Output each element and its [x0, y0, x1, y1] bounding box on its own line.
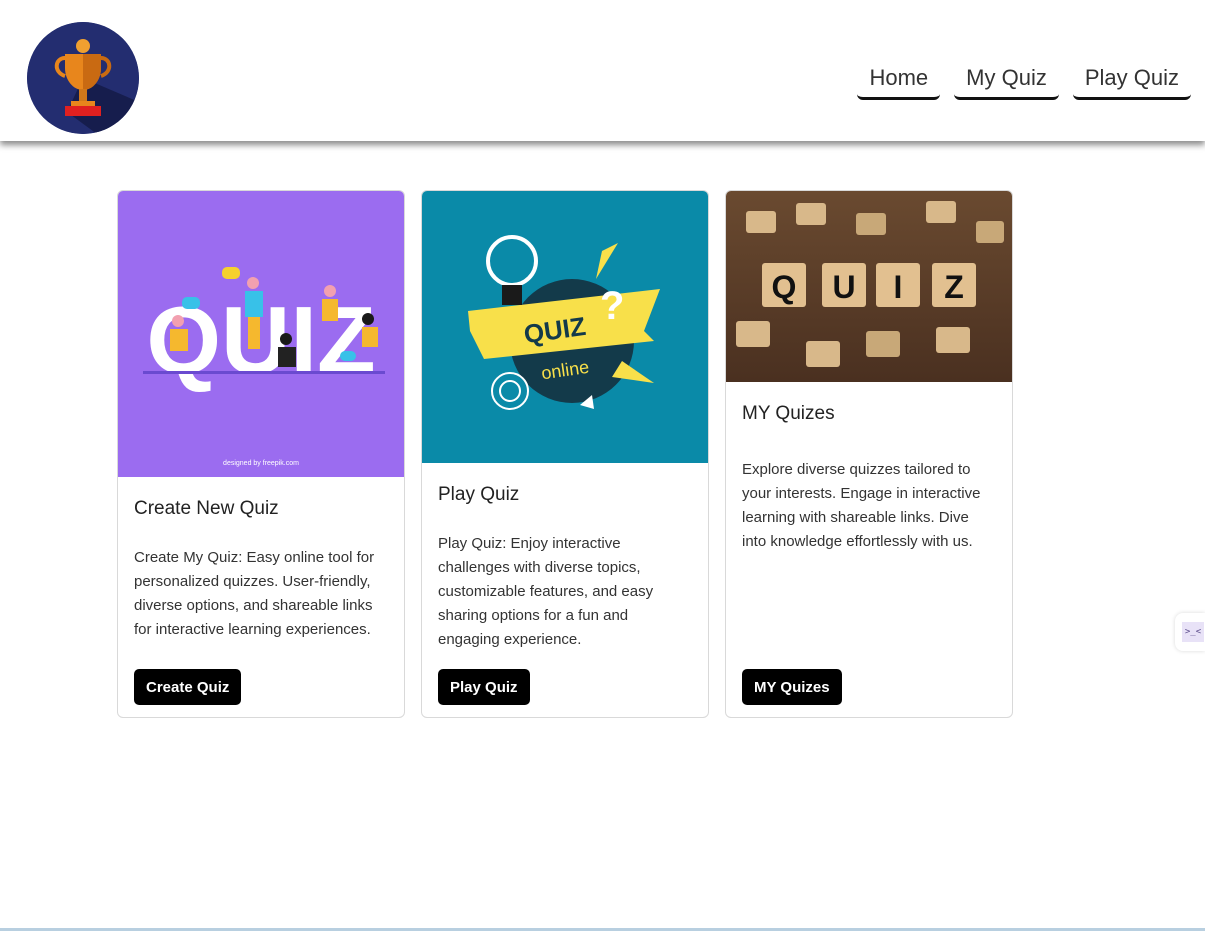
play-quiz-image: QUIZ ? online	[422, 191, 708, 463]
card-my-quizes: Q U I Z MY Quizes Explore diverse quizze…	[725, 190, 1013, 718]
card-text: Explore diverse quizzes tailored to your…	[742, 461, 981, 550]
svg-text:Q: Q	[772, 269, 797, 305]
nav-play-quiz[interactable]: Play Quiz	[1072, 62, 1191, 100]
card-create-quiz: QUIZ designed by freepik.com Create New …	[117, 190, 405, 718]
logo[interactable]	[27, 22, 139, 134]
svg-text:I: I	[894, 269, 903, 305]
card-title: MY Quizes	[742, 403, 835, 424]
card-play-quiz: QUIZ ? online Play Quiz Play Quiz: Enjoy…	[421, 190, 709, 718]
card-title: Play Quiz	[438, 484, 520, 505]
main-nav: Home My Quiz Play Quiz	[857, 62, 1191, 100]
card-title: Create New Quiz	[134, 498, 279, 519]
image-credit: designed by freepik.com	[223, 460, 299, 467]
play-quiz-button[interactable]: Play Quiz	[438, 669, 530, 705]
site-header: Home My Quiz Play Quiz	[0, 0, 1205, 141]
nav-my-quiz[interactable]: My Quiz	[954, 62, 1059, 100]
my-quizes-button[interactable]: MY Quizes	[742, 669, 842, 705]
widget-icon: >_<	[1182, 622, 1204, 642]
svg-text:U: U	[832, 269, 855, 305]
nav-home[interactable]: Home	[857, 62, 941, 100]
trophy-icon	[27, 22, 139, 134]
svg-text:Z: Z	[944, 269, 964, 305]
side-widget[interactable]: >_<	[1175, 613, 1205, 651]
card-text: Play Quiz: Enjoy interactive challenges …	[438, 535, 654, 648]
create-quiz-image: QUIZ designed by freepik.com	[118, 191, 404, 477]
my-quizes-image: Q U I Z	[726, 191, 1012, 382]
card-text: Create My Quiz: Easy online tool for per…	[134, 549, 375, 638]
create-quiz-button[interactable]: Create Quiz	[134, 669, 242, 705]
svg-text:?: ?	[600, 284, 624, 328]
